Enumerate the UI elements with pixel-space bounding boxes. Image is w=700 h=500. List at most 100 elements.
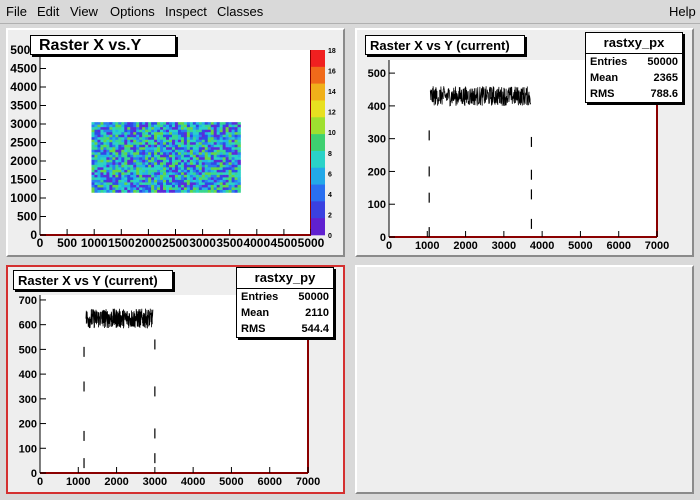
y-tick-label: 300 [368, 134, 386, 146]
heatmap-cell [124, 149, 128, 153]
heatmap-cell [127, 187, 131, 191]
heatmap-cell [192, 189, 197, 193]
menu-inspect[interactable]: Inspect [165, 4, 207, 19]
heatmap-cell [198, 189, 203, 193]
heatmap-cell [106, 129, 110, 133]
heatmap-cell [195, 134, 200, 138]
heatmap-cell [180, 172, 185, 176]
menu-options[interactable]: Options [110, 4, 155, 19]
heatmap-cell [94, 162, 98, 166]
heatmap-cell [177, 169, 182, 173]
heatmap-cell [195, 124, 200, 128]
heatmap-cell [168, 147, 173, 151]
heatmap-cell [186, 174, 191, 178]
colorbar-label: 2 [328, 212, 332, 219]
heatmap-cell [213, 152, 217, 156]
heatmap-cell [121, 169, 125, 173]
y-tick-label: 700 [19, 295, 37, 307]
heatmap-cell [130, 129, 134, 133]
heatmap-cell [237, 169, 241, 173]
heatmap-cell [210, 159, 215, 163]
heatmap-cell [174, 124, 179, 128]
heatmap-cell [180, 159, 185, 163]
heatmap-cell [189, 167, 194, 171]
heatmap-cell [234, 124, 238, 128]
heatmap-cell [166, 162, 170, 166]
heatmap-cell [225, 124, 229, 128]
heatmap-cell [112, 189, 116, 193]
heatmap-cell [195, 149, 200, 153]
heatmap-cell [127, 147, 131, 151]
heatmap-cell [207, 134, 212, 138]
heatmap-cell [189, 164, 194, 168]
heatmap-cell [201, 167, 206, 171]
heatmap-cell [213, 139, 217, 143]
heatmap-cell [198, 154, 203, 158]
menu-view[interactable]: View [70, 4, 98, 19]
heatmap-cell [91, 129, 95, 133]
heatmap-cell [124, 174, 128, 178]
pad-rastxy-py[interactable]: 0 1000 2000 3000 4000 5000 6000 7000 0 100 200 300 4… [6, 265, 345, 494]
heatmap-cell [106, 164, 110, 168]
heatmap-cell [142, 129, 146, 133]
heatmap-cell [183, 132, 188, 136]
heatmap-cell [210, 147, 215, 151]
heatmap-cell [139, 132, 143, 136]
heatmap-cell [154, 139, 158, 143]
heatmap-cell [216, 164, 220, 168]
heatmap-cell [219, 189, 223, 193]
heatmap-cell [168, 159, 173, 163]
heatmap-cell [231, 139, 235, 143]
heatmap-cell [151, 179, 155, 183]
heatmap-cell [115, 124, 119, 128]
heatmap-cell [213, 149, 217, 153]
menu-edit[interactable]: Edit [37, 4, 59, 19]
heatmap-cell [127, 162, 131, 166]
heatmap-cell [121, 137, 125, 141]
menu-file[interactable]: File [6, 4, 27, 19]
heatmap-cell [186, 129, 191, 133]
heatmap-cell [94, 139, 98, 143]
heatmap-cell [100, 149, 104, 153]
menu-classes[interactable]: Classes [217, 4, 263, 19]
heatmap-cell [195, 184, 200, 188]
heatmap-cell [192, 147, 197, 151]
heatmap-cell [94, 167, 98, 171]
heatmap-cell [148, 157, 152, 161]
heatmap-cell [160, 144, 164, 148]
y-tick-label: 400 [368, 101, 386, 113]
heatmap-cell [234, 127, 238, 130]
heatmap-cell [210, 189, 215, 193]
heatmap-cell [163, 187, 167, 191]
heatmap-cell [136, 182, 140, 186]
heatmap-cell [225, 179, 229, 183]
pad-raster-xy[interactable]: 0 500 1000 1500 2000 2500 3000 3500 4000 4500 5000… [6, 28, 345, 257]
heatmap-cell [166, 142, 170, 146]
pad-empty[interactable] [355, 265, 694, 494]
heatmap-cell [219, 157, 223, 161]
heatmap-cell [195, 154, 200, 158]
heatmap-cell [118, 179, 122, 183]
heatmap-cell [154, 154, 158, 158]
heatmap-cell [186, 147, 191, 151]
heatmap-cell [177, 129, 182, 133]
heatmap-cell [112, 137, 116, 141]
heatmap-cell [100, 129, 104, 133]
heatmap-cell [228, 169, 232, 173]
heatmap-cell [201, 139, 206, 143]
heatmap-cell [100, 132, 104, 136]
heatmap-cell [136, 162, 140, 166]
pad-rastxy-px[interactable]: 0 1000 2000 3000 4000 5000 6000 7000 0 100 200 300 4… [355, 28, 694, 257]
heatmap-cell [91, 172, 95, 176]
heatmap-cell [97, 179, 101, 183]
heatmap-cell [112, 149, 116, 153]
heatmap-cell [180, 157, 185, 161]
heatmap-cell [106, 124, 110, 128]
menu-help[interactable]: Help [669, 4, 696, 19]
heatmap-cell [94, 187, 98, 191]
heatmap-cell [166, 132, 170, 136]
heatmap-cell [160, 179, 164, 183]
heatmap-cell [100, 137, 104, 141]
heatmap-cell [234, 177, 238, 181]
heatmap-cell [225, 137, 229, 141]
